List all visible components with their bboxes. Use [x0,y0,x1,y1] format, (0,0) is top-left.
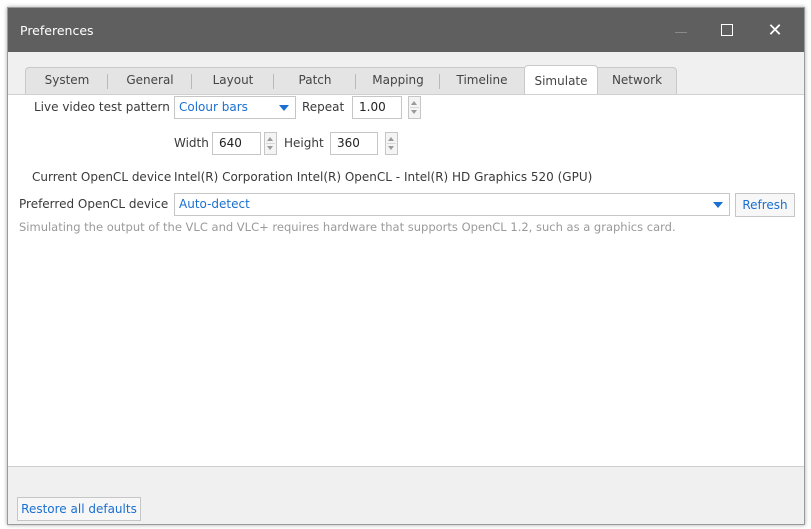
chevron-down-icon [713,202,723,208]
width-stepper[interactable] [264,132,277,155]
height-input[interactable]: 360 [330,132,378,155]
maximize-icon [721,24,733,36]
minimize-button[interactable] [658,8,704,52]
pattern-value: Colour bars [179,100,248,114]
tab-mapping[interactable]: Mapping [356,68,440,94]
window-title: Preferences [20,23,94,38]
preferred-device-label: Preferred OpenCL device [19,197,169,211]
decrement-icon [267,146,273,150]
tab-network[interactable]: Network [598,68,676,94]
tab-bar: System General Layout Patch Mapping Time… [8,52,804,95]
live-video-label: Live video test pattern [34,100,170,114]
repeat-input[interactable]: 1.00 [352,96,402,119]
decrement-icon [388,146,394,150]
preferred-device-value: Auto-detect [179,197,250,211]
increment-icon [267,137,273,141]
tab-patch[interactable]: Patch [274,68,356,94]
minimize-icon [675,31,687,33]
maximize-button[interactable] [704,8,750,52]
chevron-down-icon [279,105,289,111]
repeat-stepper[interactable] [408,96,421,119]
tab-general[interactable]: General [108,68,192,94]
repeat-label: Repeat [302,100,345,114]
tab-layout[interactable]: Layout [192,68,274,94]
footer: Restore all defaults [8,466,804,524]
width-label: Width [174,136,209,150]
restore-defaults-button[interactable]: Restore all defaults [17,497,141,521]
refresh-button[interactable]: Refresh [735,193,795,217]
close-button[interactable]: ✕ [752,8,798,52]
preferred-device-dropdown[interactable]: Auto-detect [174,193,730,216]
height-label: Height [284,136,324,150]
stepper-divider [266,143,275,144]
height-stepper[interactable] [385,132,398,155]
opencl-hint: Simulating the output of the VLC and VLC… [19,220,676,234]
tab-timeline[interactable]: Timeline [440,68,524,94]
title-bar: Preferences ✕ [8,8,804,52]
tab-system[interactable]: System [26,68,108,94]
decrement-icon [411,110,417,114]
close-icon: ✕ [767,19,783,41]
simulate-panel: Live video test pattern Colour bars Repe… [8,94,804,466]
increment-icon [388,137,394,141]
stepper-divider [410,107,419,108]
current-device-label: Current OpenCL device [32,170,172,184]
preferences-window: Preferences ✕ System General Layout Patc… [7,7,805,525]
increment-icon [411,101,417,105]
pattern-dropdown[interactable]: Colour bars [174,96,296,119]
current-device-value: Intel(R) Corporation Intel(R) OpenCL - I… [174,170,593,184]
tab-simulate[interactable]: Simulate [524,65,598,95]
tab-strip: System General Layout Patch Mapping Time… [25,65,677,95]
width-input[interactable]: 640 [212,132,261,155]
stepper-divider [387,143,396,144]
